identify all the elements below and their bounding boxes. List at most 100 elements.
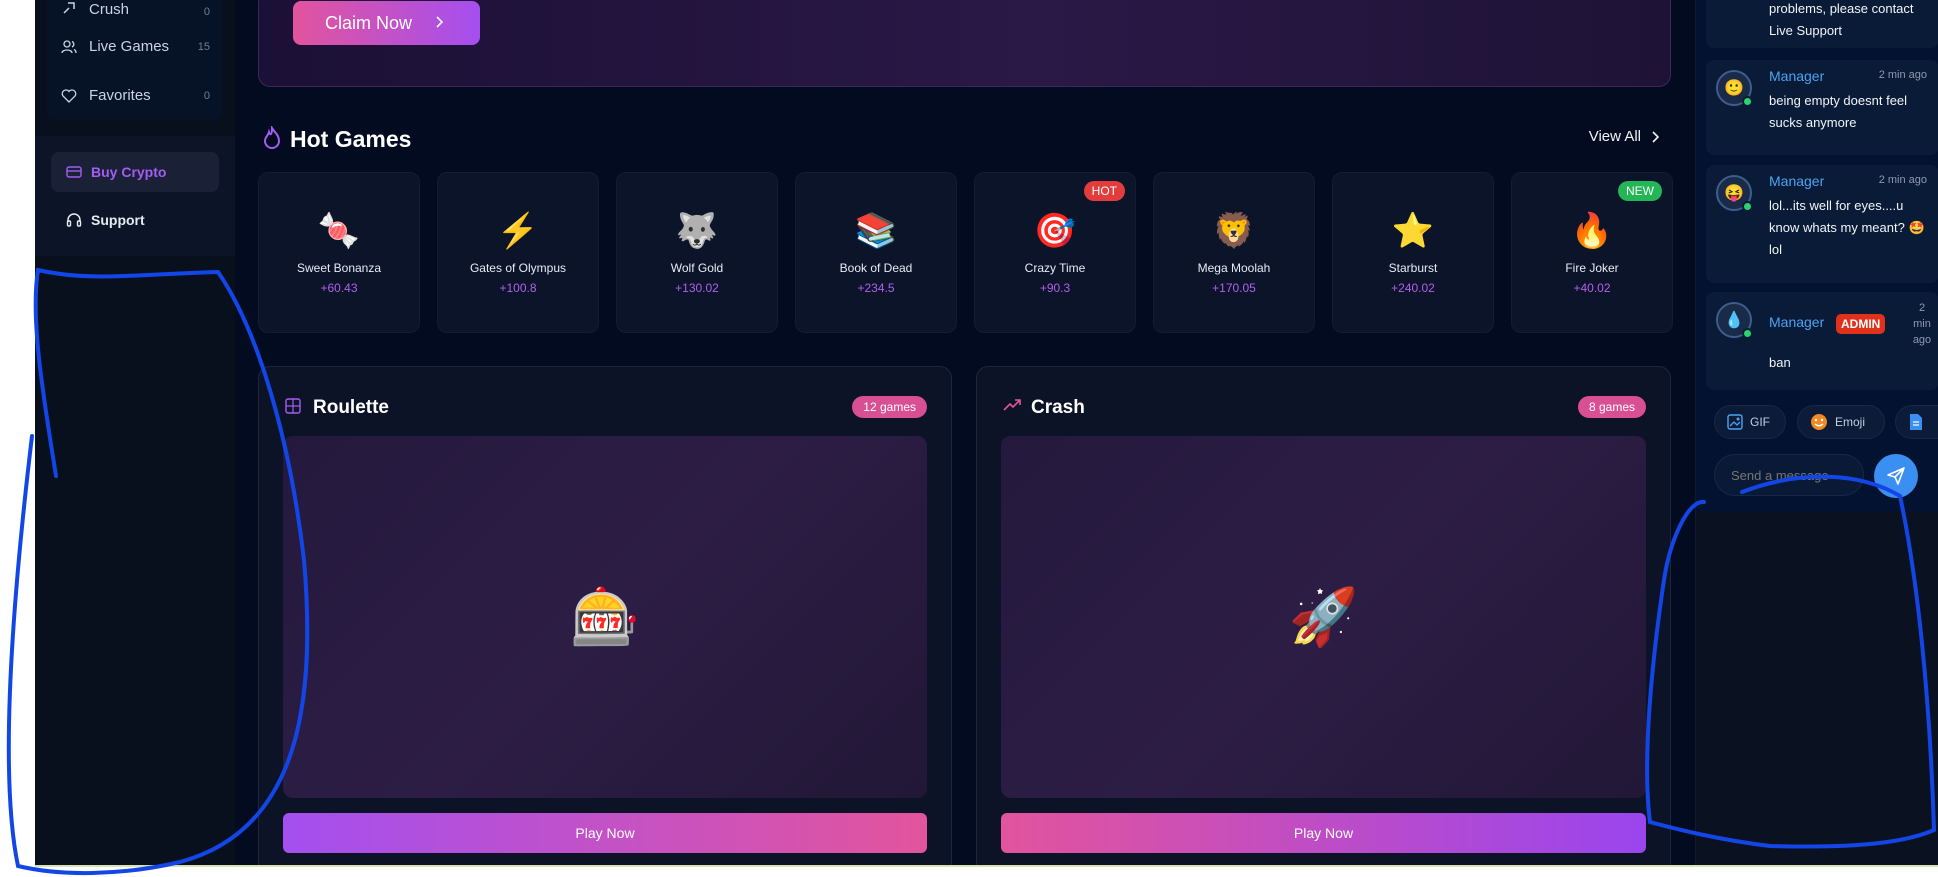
avatar-emoji: 💧 [1724,312,1744,329]
username[interactable]: Manager [1769,173,1824,189]
document-button[interactable] [1895,405,1938,439]
send-button[interactable] [1874,454,1918,498]
sidebar-item-count: 15 [197,40,210,53]
chat-message-input[interactable] [1714,454,1864,496]
chat-panel: problems, please contact Live Support 🙂 … [1695,0,1938,865]
books-icon: 📚 [854,212,898,250]
lion-icon: 🦁 [1212,212,1256,250]
game-card-wolf-gold[interactable]: 🐺 Wolf Gold +130.02 [616,172,778,333]
wolf-icon: 🐺 [675,212,719,250]
message-text: lol...its well for eyes....u know whats … [1769,198,1925,257]
slot-machine-icon: 🎰 [570,585,640,648]
game-card-fire-joker[interactable]: NEW 🔥 Fire Joker +40.02 [1511,172,1673,333]
image-icon [1727,414,1743,430]
game-value: +90.3 [1039,281,1071,295]
category-preview[interactable]: 🎰 [283,436,927,798]
sidebar-item-count: 0 [203,89,210,102]
view-all-label: View All [1588,128,1641,145]
game-name: Wolf Gold [670,261,724,275]
smile-icon [1810,413,1828,431]
username[interactable]: Manager [1769,314,1824,330]
hot-badge: HOT [1083,181,1125,201]
game-value: +170.05 [1212,281,1256,295]
view-all-link[interactable]: View All [1589,128,1659,145]
game-value: +100.8 [499,281,537,295]
avatar[interactable]: 💧 [1716,302,1753,339]
gif-label: GIF [1750,415,1770,429]
left-sidebar: Crush 0 Live Games 15 Favorites 0 Buy Cr… [35,0,235,865]
category-crash: Crash 8 games 🚀 Play Now [976,366,1671,865]
page-bottom-border [35,865,1938,867]
chat-message: 🙂 Manager 2 min ago being empty doesnt f… [1706,60,1938,155]
game-value: +130.02 [675,281,719,295]
game-value: +60.43 [320,281,358,295]
rocket-icon: 🚀 [1288,585,1359,648]
heart-icon [59,86,79,106]
avatar-emoji: 🙂 [1724,80,1744,97]
buy-crypto-label: Buy Crypto [91,164,167,180]
hot-games-title: Hot Games [290,126,412,152]
game-name: Crazy Time [1024,261,1086,275]
document-icon [1908,413,1924,431]
chat-feed: problems, please contact Live Support 🙂 … [1696,0,1938,392]
game-name: Mega Moolah [1197,261,1271,275]
sidebar-actions: Buy Crypto Support [35,136,235,256]
game-name: Sweet Bonanza [296,261,382,275]
game-name: Gates of Olympus [469,261,567,275]
buy-crypto-button[interactable]: Buy Crypto [51,152,219,192]
sidebar-item-label: Favorites [89,87,151,104]
game-card-crazy-time[interactable]: HOT 🎯 Crazy Time +90.3 [974,172,1136,333]
flame-icon [263,126,281,149]
chevron-right-icon [436,16,444,28]
game-name: Book of Dead [839,261,913,275]
game-value: +240.02 [1391,281,1435,295]
sidebar-item-label: Live Games [89,38,170,55]
play-now-button[interactable]: Play Now [1001,813,1646,853]
app: Crush 0 Live Games 15 Favorites 0 Buy Cr… [0,0,1938,877]
username[interactable]: Manager [1769,68,1824,84]
star-icon: ⭐ [1391,212,1435,250]
message-text: being empty doesnt feel sucks anymore [1769,93,1908,130]
main-content: Claim Now Hot Games View All 🍬 Sweet Bon… [258,0,1673,865]
play-now-button[interactable]: Play Now [283,813,927,853]
message-text: ban [1769,355,1791,370]
support-button[interactable]: Support [51,200,219,240]
message-text: problems, please contact Live Support [1769,1,1914,38]
emoji-button[interactable]: Emoji [1797,405,1885,439]
games-count-badge: 12 games [852,396,927,418]
game-card-sweet-bonanza[interactable]: 🍬 Sweet Bonanza +60.43 [258,172,420,333]
chat-message: 😝 Manager 2 min ago lol...its well for e… [1706,165,1938,283]
new-badge: NEW [1618,181,1662,201]
claim-now-button[interactable]: Claim Now [293,1,480,45]
category-roulette: Roulette 12 games 🎰 Play Now [258,366,952,865]
game-card-gates-of-olympus[interactable]: ⚡ Gates of Olympus +100.8 [437,172,599,333]
sidebar-item-live-games[interactable]: Live Games 15 [47,22,222,71]
category-title: Roulette [313,397,389,418]
game-card-starburst[interactable]: ⭐ Starburst +240.02 [1332,172,1494,333]
avatar[interactable]: 😝 [1716,175,1753,212]
game-card-mega-moolah[interactable]: 🦁 Mega Moolah +170.05 [1153,172,1315,333]
avatar[interactable]: 🙂 [1716,70,1753,107]
category-preview[interactable]: 🚀 [1001,436,1646,798]
timestamp: 2 min ago [1912,302,1932,346]
avatar-emoji: 😝 [1724,185,1744,202]
sidebar-item-label: Crush [89,1,130,18]
claim-now-label: Claim Now [325,12,413,33]
target-icon: 🎯 [1033,212,1077,250]
hot-games-row: 🍬 Sweet Bonanza +60.43 ⚡ Gates of Olympu… [258,172,1673,333]
sidebar-item-favorites[interactable]: Favorites 0 [47,71,222,120]
hot-games-header: Hot Games View All [258,122,1671,156]
online-indicator [1742,328,1753,339]
chat-message: problems, please contact Live Support [1706,0,1938,48]
gif-button[interactable]: GIF [1714,405,1786,439]
candy-icon: 🍬 [317,212,361,250]
category-title: Crash [1031,397,1085,418]
game-card-book-of-dead[interactable]: 📚 Book of Dead +234.5 [795,172,957,333]
send-icon [1887,467,1905,485]
chat-composer: GIF Emoji [1696,392,1938,512]
admin-badge: ADMIN [1836,314,1886,334]
online-indicator [1742,96,1753,107]
rocket-icon [59,0,79,18]
sidebar-item-crush[interactable]: Crush 0 [47,0,222,22]
sidebar-item-count: 0 [203,6,210,18]
